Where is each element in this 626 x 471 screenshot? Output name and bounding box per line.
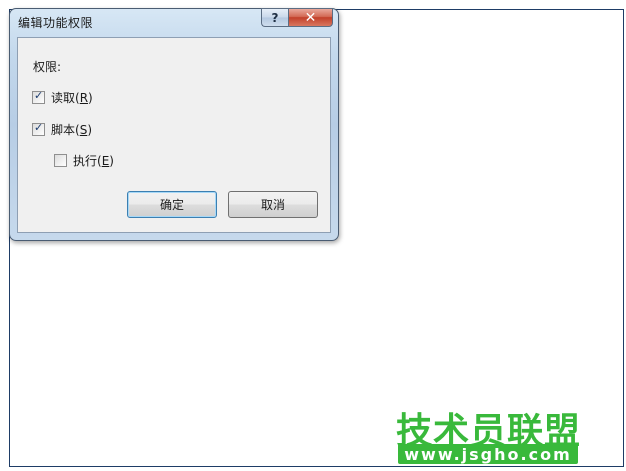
read-checkbox-label: 读取(R) (51, 90, 93, 105)
caption-buttons: ? ✕ (261, 8, 333, 27)
execute-checkbox-row[interactable]: 执行(E) (54, 152, 114, 168)
close-icon: ✕ (304, 9, 317, 26)
dialog-title: 编辑功能权限 (18, 16, 94, 30)
script-checkbox[interactable]: ✓ (32, 120, 45, 136)
watermark-url: www.jsgho.com (398, 444, 578, 464)
checkmark-icon: ✓ (34, 120, 44, 134)
script-checkbox-label: 脚本(S) (51, 122, 92, 137)
help-icon: ? (271, 10, 279, 25)
screen-canvas: 编辑功能权限 ? ✕ 权限: ✓ 读取(R) ✓ 脚本(S) 执行(E) 确定 … (0, 0, 626, 471)
ok-button[interactable]: 确定 (127, 191, 217, 218)
edit-permissions-dialog: 编辑功能权限 ? ✕ 权限: ✓ 读取(R) ✓ 脚本(S) 执行(E) 确定 … (9, 8, 339, 241)
permissions-label: 权限: (33, 60, 62, 74)
execute-checkbox-label: 执行(E) (73, 153, 114, 168)
dialog-client-area: 权限: ✓ 读取(R) ✓ 脚本(S) 执行(E) 确定 取消 (17, 37, 331, 233)
cancel-button[interactable]: 取消 (228, 191, 318, 218)
help-button[interactable]: ? (261, 8, 288, 27)
close-button[interactable]: ✕ (288, 8, 333, 27)
dialog-titlebar[interactable]: 编辑功能权限 ? ✕ (10, 8, 338, 37)
read-checkbox[interactable]: ✓ (32, 88, 45, 104)
checkmark-icon: ✓ (34, 88, 44, 102)
read-checkbox-row[interactable]: ✓ 读取(R) (32, 89, 93, 105)
script-checkbox-row[interactable]: ✓ 脚本(S) (32, 121, 92, 137)
execute-checkbox[interactable] (54, 153, 67, 167)
